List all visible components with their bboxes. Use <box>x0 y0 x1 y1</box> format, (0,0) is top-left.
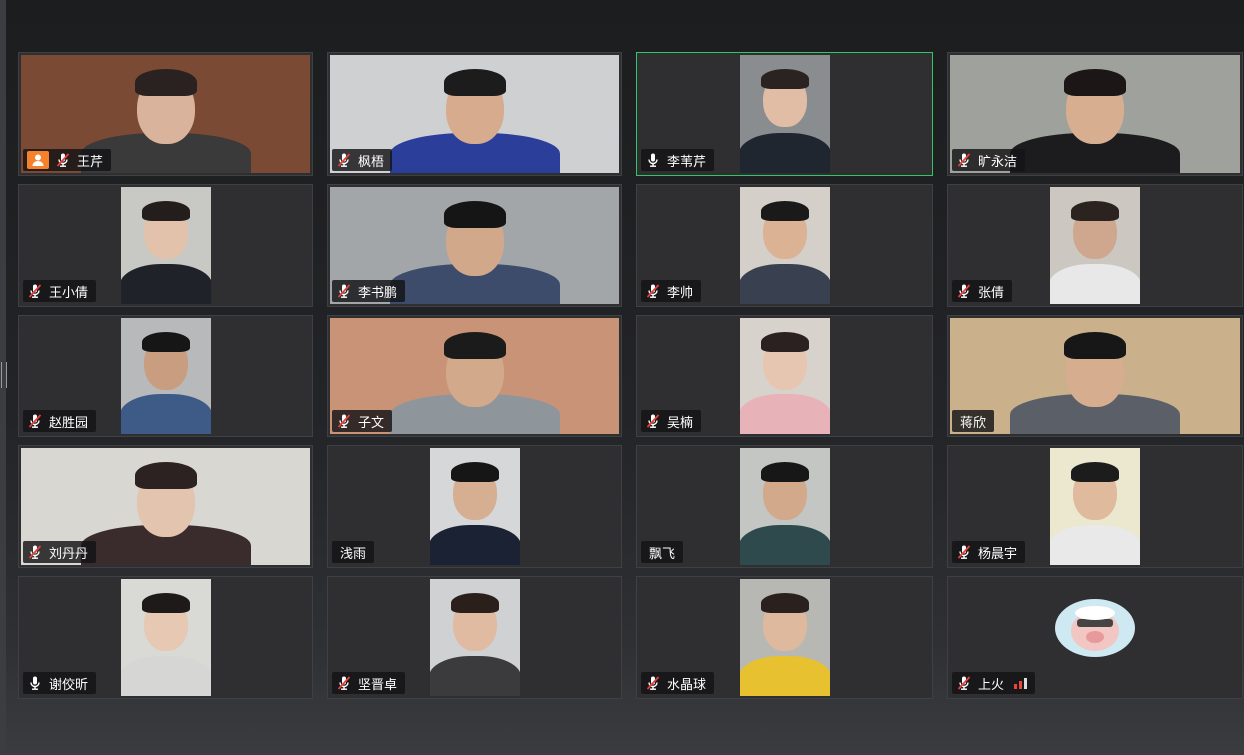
participant-nameplate: 水晶球 <box>641 672 715 694</box>
participant-name: 谢佼昕 <box>49 677 89 693</box>
participant-tile[interactable]: 刘丹丹 <box>18 445 313 568</box>
mic-muted-icon <box>956 152 972 168</box>
participant-nameplate: 刘丹丹 <box>23 541 97 563</box>
participant-video <box>429 448 520 565</box>
participant-video <box>739 187 830 304</box>
participant-name: 水晶球 <box>667 677 707 693</box>
participant-nameplate: 李帅 <box>641 280 702 302</box>
mic-muted-icon <box>336 152 352 168</box>
participant-tile[interactable]: 赵胜园 <box>18 315 313 437</box>
host-icon <box>27 151 49 169</box>
participant-name: 李书鹏 <box>358 285 398 301</box>
participant-nameplate: 吴楠 <box>641 410 702 432</box>
mic-muted-icon <box>336 283 352 299</box>
participant-nameplate: 谢佼昕 <box>23 672 97 694</box>
participant-tile[interactable]: 李书鹏 <box>327 184 622 307</box>
participant-name: 王小倩 <box>49 285 89 301</box>
participant-tile[interactable]: 李苇芹 <box>636 52 933 176</box>
participant-tile[interactable]: 坚晋卓 <box>327 576 622 699</box>
mic-icon <box>645 152 661 168</box>
participant-nameplate: 浅雨 <box>332 541 375 563</box>
participant-name: 吴楠 <box>667 415 694 431</box>
participant-video <box>739 318 830 434</box>
participant-video <box>429 579 520 696</box>
participant-name: 赵胜园 <box>49 415 89 431</box>
participant-name: 枫梧 <box>358 154 385 170</box>
participant-video <box>739 55 830 173</box>
participant-video <box>120 579 211 696</box>
mic-muted-icon <box>27 283 43 299</box>
participant-video <box>1050 187 1140 304</box>
participant-name: 子文 <box>358 415 385 431</box>
participant-tile[interactable]: 上火 <box>947 576 1243 699</box>
participant-nameplate: 旷永洁 <box>952 149 1026 171</box>
participant-name: 蒋欣 <box>960 415 987 431</box>
participant-name: 王芹 <box>77 154 104 170</box>
participant-tile[interactable]: 王芹 <box>18 52 313 176</box>
mic-muted-icon <box>645 413 661 429</box>
participant-nameplate: 赵胜园 <box>23 410 97 432</box>
mic-muted-icon <box>336 675 352 691</box>
participant-name: 旷永洁 <box>978 154 1018 170</box>
participant-nameplate: 李苇芹 <box>641 149 715 171</box>
participant-name: 刘丹丹 <box>49 546 89 562</box>
participant-tile[interactable]: 水晶球 <box>636 576 933 699</box>
participant-name: 浅雨 <box>340 546 367 562</box>
mic-muted-icon <box>956 283 972 299</box>
participant-tile[interactable]: 张倩 <box>947 184 1243 307</box>
window-edge-handle[interactable] <box>0 0 7 755</box>
mic-muted-icon <box>956 675 972 691</box>
participant-nameplate: 张倩 <box>952 280 1013 302</box>
mic-muted-icon <box>55 152 71 168</box>
participant-name: 飘飞 <box>649 546 676 562</box>
participant-tile[interactable]: 子文 <box>327 315 622 437</box>
participant-tile[interactable]: 飘飞 <box>636 445 933 568</box>
mic-muted-icon <box>27 413 43 429</box>
participant-tile[interactable]: 浅雨 <box>327 445 622 568</box>
participant-nameplate: 枫梧 <box>332 149 393 171</box>
participant-nameplate: 杨晨宇 <box>952 541 1026 563</box>
participant-tile[interactable]: 杨晨宇 <box>947 445 1243 568</box>
mic-muted-icon <box>645 283 661 299</box>
participant-video <box>120 318 211 434</box>
mic-muted-icon <box>27 544 43 560</box>
mic-muted-icon <box>336 413 352 429</box>
participant-nameplate: 上火 <box>952 672 1036 694</box>
video-grid: 王芹 枫梧 李苇芹 旷永洁王小倩 李书鹏 李帅 张倩赵胜园 子文 吴楠 蒋欣刘丹丹 浅雨 飘飞 杨晨宇谢… <box>18 52 1243 699</box>
participant-nameplate: 李书鹏 <box>332 280 406 302</box>
participant-tile[interactable]: 王小倩 <box>18 184 313 307</box>
participant-video <box>739 448 830 565</box>
participant-avatar <box>1055 599 1135 657</box>
participant-nameplate: 子文 <box>332 410 393 432</box>
participant-video <box>120 187 211 304</box>
participant-name: 李苇芹 <box>667 154 707 170</box>
participant-name: 李帅 <box>667 285 694 301</box>
participant-tile[interactable]: 谢佼昕 <box>18 576 313 699</box>
participant-tile[interactable]: 枫梧 <box>327 52 622 176</box>
mic-icon <box>27 675 43 691</box>
mic-muted-icon <box>645 675 661 691</box>
resize-grip-icon[interactable] <box>1 362 7 388</box>
participant-name: 坚晋卓 <box>358 677 398 693</box>
participant-name: 上火 <box>978 677 1005 693</box>
participant-video <box>739 579 830 696</box>
participant-nameplate: 王小倩 <box>23 280 97 302</box>
participant-name: 杨晨宇 <box>978 546 1018 562</box>
signal-strength-icon <box>1014 677 1028 689</box>
mic-muted-icon <box>956 544 972 560</box>
participant-tile[interactable]: 吴楠 <box>636 315 933 437</box>
participant-name: 张倩 <box>978 285 1005 301</box>
participant-nameplate: 飘飞 <box>641 541 684 563</box>
participant-video <box>1050 448 1140 565</box>
participant-nameplate: 坚晋卓 <box>332 672 406 694</box>
participant-tile[interactable]: 李帅 <box>636 184 933 307</box>
participant-nameplate: 王芹 <box>23 149 112 171</box>
participant-nameplate: 蒋欣 <box>952 410 995 432</box>
participant-tile[interactable]: 蒋欣 <box>947 315 1243 437</box>
participant-tile[interactable]: 旷永洁 <box>947 52 1243 176</box>
